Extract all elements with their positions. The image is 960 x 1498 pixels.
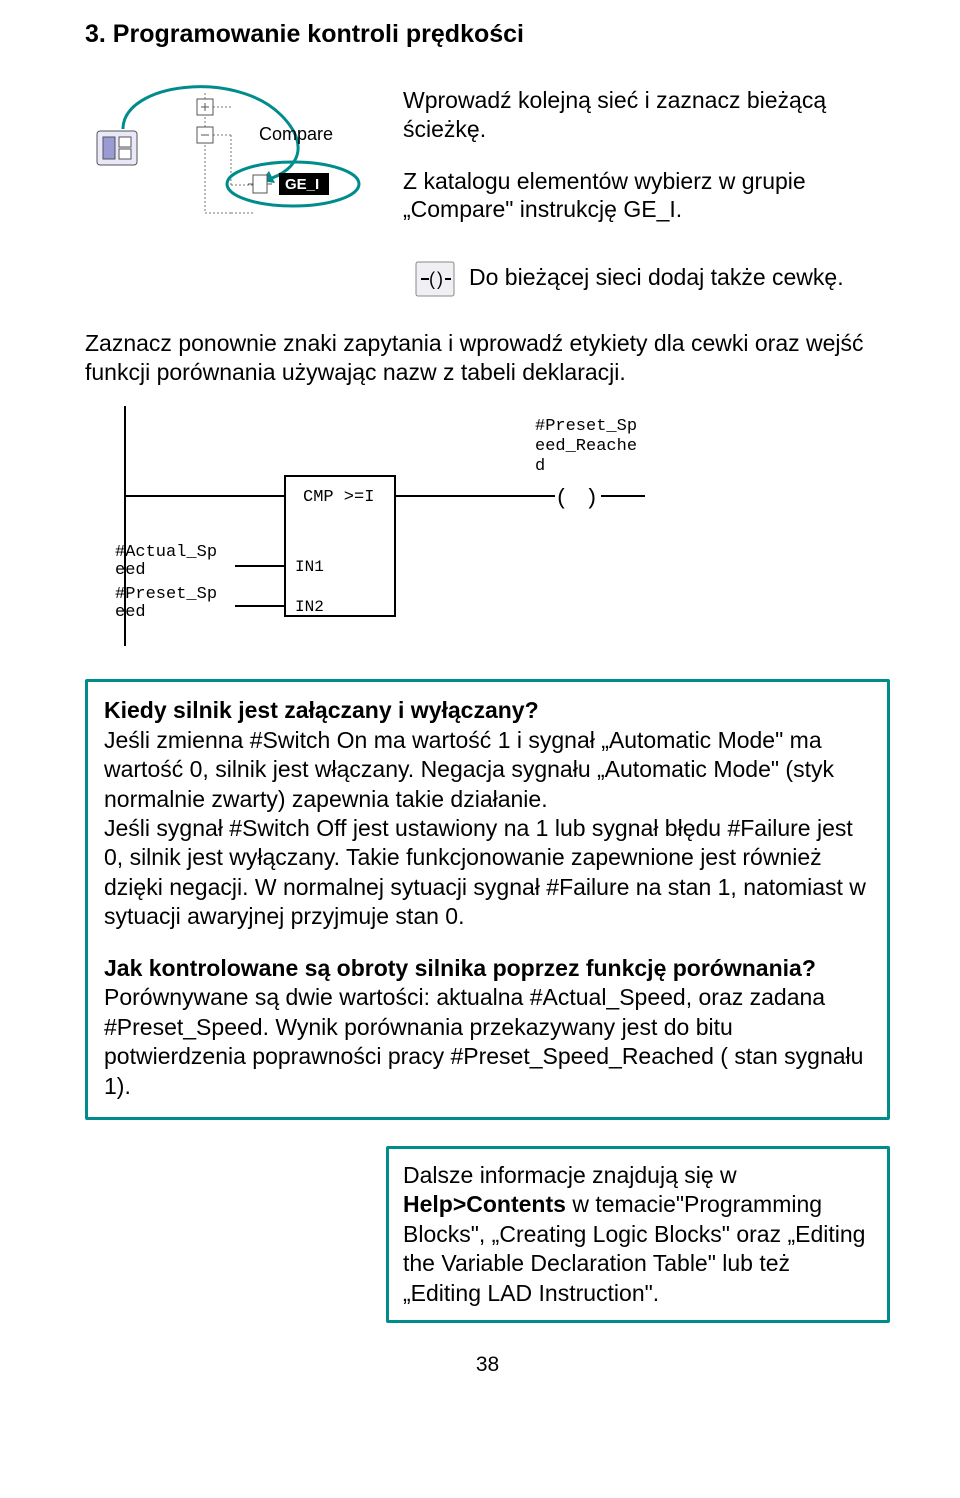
coil-icon: ( ) <box>415 261 455 297</box>
svg-text:#Preset_Sp: #Preset_Sp <box>535 417 637 436</box>
intro-block-2: ( ) Do bieżącej sieci dodaj także cewkę. <box>85 261 890 315</box>
relabel-instruction: Zaznacz ponownie znaki zapytania i wprow… <box>85 329 890 387</box>
intro-paragraph-1: Wprowadź kolejną sieć i zaznacz bieżącą … <box>403 86 890 144</box>
page-number: 38 <box>85 1353 890 1377</box>
explanation-frame: Kiedy silnik jest załączany i wyłączany?… <box>85 679 890 1120</box>
svg-text:eed_Reache: eed_Reache <box>535 437 637 456</box>
frame-p2: Porównywane są dwie wartości: aktualna #… <box>104 984 863 1098</box>
frame-p1: Jeśli zmienna #Switch On ma wartość 1 i … <box>104 727 834 812</box>
svg-text:IN1: IN1 <box>295 558 324 576</box>
ladder-diagram: CMP >=I IN1 IN2 ( ) #Preset_Sp eed_Reach… <box>85 396 725 656</box>
svg-text:(: ( <box>429 269 435 289</box>
tree-group-label: Compare <box>259 124 333 144</box>
coil-instruction: Do bieżącej sieci dodaj także cewkę. <box>469 263 844 292</box>
svg-text:CMP >=I: CMP >=I <box>303 488 374 507</box>
svg-text:d: d <box>535 457 545 476</box>
svg-text:#Preset_Sp: #Preset_Sp <box>115 585 217 604</box>
frame-p1b: Jeśli sygnał #Switch Off jest ustawiony … <box>104 815 866 929</box>
svg-text:): ) <box>437 269 443 289</box>
intro-block-1: Compare GE_I Wprowadź kolejną sieć i zaz… <box>85 63 890 247</box>
svg-text:eed: eed <box>115 561 146 580</box>
callout-help-path: Help>Contents <box>403 1191 566 1217</box>
tree-item-label: GE_I <box>285 176 319 193</box>
frame-q2: Jak kontrolowane są obroty silnika poprz… <box>104 955 816 981</box>
frame-q1: Kiedy silnik jest załączany i wyłączany? <box>104 697 539 723</box>
svg-text:#Actual_Sp: #Actual_Sp <box>115 543 217 562</box>
catalog-tree-diagram: Compare GE_I <box>85 63 375 233</box>
callout-text-a: Dalsze informacje znajdują się w <box>403 1162 737 1188</box>
help-callout: Dalsze informacje znajdują się w Help>Co… <box>386 1146 890 1323</box>
svg-text:(: ( <box>555 486 568 511</box>
svg-text:): ) <box>585 486 598 511</box>
section-title: 3. Programowanie kontroli prędkości <box>85 20 890 49</box>
intro-paragraph-2: Z katalogu elementów wybierz w grupie „C… <box>403 167 890 225</box>
svg-text:IN2: IN2 <box>295 598 324 616</box>
svg-text:eed: eed <box>115 603 146 622</box>
